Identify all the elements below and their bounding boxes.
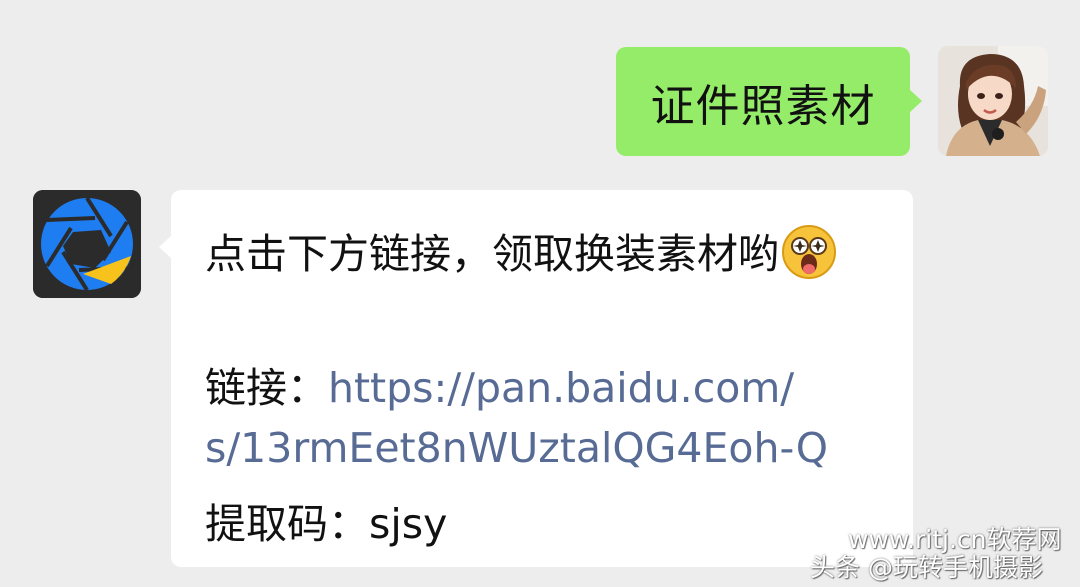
message-line-link-continued: s/13rmEet8nWUztalQG4Eoh-Q — [205, 424, 828, 472]
share-link-part2[interactable]: s/13rmEet8nWUztalQG4Eoh-Q — [205, 424, 828, 472]
link-label: 链接： — [205, 364, 328, 412]
intro-text: 点击下方链接，领取换装素材哟 — [205, 230, 779, 278]
message-line-code: 提取码：sjsy — [205, 490, 447, 550]
code-value: sjsy — [369, 500, 448, 548]
outgoing-message-text: 证件照素材 — [650, 80, 876, 132]
message-line-intro: 点击下方链接，领取换装素材哟 — [205, 220, 837, 280]
source-watermark: 头条 @玩转手机摄影 — [810, 553, 1043, 582]
star-struck-emoji-icon — [782, 225, 836, 279]
user-avatar-image — [938, 46, 1048, 156]
incoming-message-bubble[interactable]: 点击下方链接，领取换装素材哟 链接：https://pan.baidu.com/… — [159, 190, 913, 567]
camera-aperture-icon — [33, 190, 141, 298]
bot-avatar[interactable] — [33, 190, 141, 298]
share-link-part1[interactable]: https://pan.baidu.com/ — [328, 364, 794, 412]
code-label: 提取码： — [205, 500, 369, 548]
outgoing-message-bubble[interactable]: 证件照素材 — [616, 47, 922, 156]
message-line-link: 链接：https://pan.baidu.com/ — [205, 354, 794, 414]
user-avatar[interactable] — [938, 46, 1048, 156]
